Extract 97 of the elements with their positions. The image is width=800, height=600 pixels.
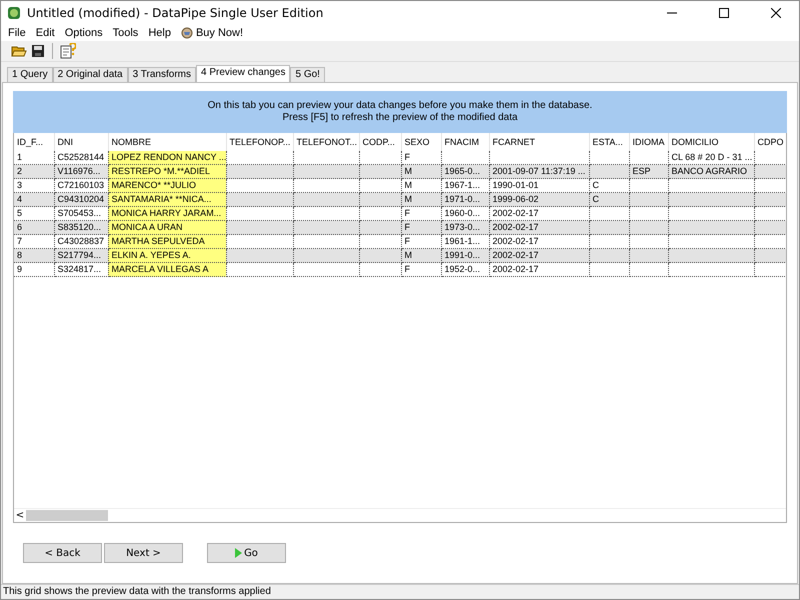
table-cell: 1: [17, 152, 22, 162]
tab[interactable]: 1 Query: [7, 67, 53, 82]
menu-item[interactable]: Edit: [30, 27, 60, 39]
horizontal-scrollbar[interactable]: <: [14, 508, 786, 522]
table-cell: M: [404, 250, 412, 260]
column-header[interactable]: TELEFONOT...: [293, 133, 359, 151]
tab[interactable]: 3 Transforms: [128, 67, 196, 82]
table-cell: F: [404, 264, 410, 274]
table-cell: 1965-0...: [444, 166, 480, 176]
column-header[interactable]: ESTA...: [589, 133, 629, 151]
table-cell: 4: [17, 194, 22, 204]
table-cell: 1952-0...: [444, 264, 480, 274]
table-cell: 8: [17, 250, 22, 260]
column-header[interactable]: CODP...: [359, 133, 401, 151]
column-header[interactable]: ID_F...: [14, 133, 54, 151]
table-cell: 1961-1...: [444, 236, 480, 246]
table-cell: 2001-09-07 11:37:19 ...: [492, 166, 586, 176]
menu-item[interactable]: Options: [60, 27, 108, 39]
table-cell: MONICA HARRY JARAM...: [112, 208, 222, 218]
info-text: Press [F5] to refresh the preview of the modified data: [282, 112, 518, 124]
table-cell: F: [404, 152, 410, 162]
save-icon[interactable]: [31, 44, 45, 58]
table-cell: MARTHA SEPULVEDA: [112, 236, 205, 246]
column-header[interactable]: TELEFONOP...: [226, 133, 293, 151]
column-header[interactable]: DOMICILIO: [668, 133, 754, 151]
table-cell: 7: [17, 236, 22, 246]
menu-item[interactable]: Help: [143, 27, 176, 39]
table-cell: F: [404, 222, 410, 232]
table-cell: 1990-01-01: [492, 180, 539, 190]
table-cell: SANTAMARIA* **NICA...: [112, 194, 212, 204]
table-cell: BANCO AGRARIO: [672, 166, 748, 176]
table-cell: 6: [17, 222, 22, 232]
table-cell: F: [404, 236, 410, 246]
table-cell: 9: [17, 264, 22, 274]
table-cell: CL 68 # 20 D - 31 ...: [672, 152, 752, 162]
column-header[interactable]: CDPO: [754, 133, 786, 151]
table-cell: RESTREPO *M.**ADIEL: [112, 166, 210, 176]
table-cell: 1999-06-02: [492, 194, 539, 204]
table-cell: 2002-02-17: [492, 208, 539, 218]
open-folder-icon[interactable]: [11, 44, 27, 58]
table-cell: M: [404, 166, 412, 176]
column-header[interactable]: FCARNET: [489, 133, 589, 151]
table-cell: S835120...: [58, 222, 102, 232]
status-bar: This grid shows the preview data with the transforms applied: [1, 584, 799, 599]
table-cell: MARENCO* **JULIO: [112, 180, 196, 190]
table-cell: ESP: [632, 166, 651, 176]
table-cell: 3: [17, 180, 22, 190]
table-cell: C52528144: [58, 152, 104, 162]
column-header[interactable]: SEXO: [401, 133, 441, 151]
table-cell: M: [404, 194, 412, 204]
scrollbar-thumb[interactable]: [26, 510, 108, 521]
play-icon: [235, 548, 242, 558]
scroll-left-arrow[interactable]: <: [14, 510, 26, 521]
column-header[interactable]: IDIOMA: [629, 133, 668, 151]
info-text: On this tab you can preview your data changes before you make them in the database.: [208, 100, 592, 112]
next-button[interactable]: Next >: [104, 543, 183, 563]
table-cell: ELKIN A. YEPES A.: [112, 250, 191, 260]
table-cell: LOPEZ RENDON NANCY ...: [112, 152, 226, 162]
tab[interactable]: 5 Go!: [290, 67, 325, 82]
table-cell: 1960-0...: [444, 208, 480, 218]
go-button[interactable]: Go: [207, 543, 286, 563]
table-cell: 2002-02-17: [492, 236, 539, 246]
table-cell: F: [404, 208, 410, 218]
table-cell: 1991-0...: [444, 250, 480, 260]
table-cell: S705453...: [58, 208, 102, 218]
table-cell: MARCELA VILLEGAS A: [112, 264, 209, 274]
table-cell: C: [592, 180, 599, 190]
table-cell: 2: [17, 166, 22, 176]
column-header[interactable]: FNACIM: [441, 133, 489, 151]
table-cell: 1973-0...: [444, 222, 480, 232]
table-cell: 2002-02-17: [492, 222, 539, 232]
app-icon: [7, 6, 21, 20]
table-cell: 2002-02-17: [492, 264, 539, 274]
table-cell: C72160103: [58, 180, 104, 190]
maximize-icon[interactable]: [719, 8, 729, 18]
table-cell: C43028837: [58, 236, 104, 246]
table-cell: 1971-0...: [444, 194, 480, 204]
table-cell: M: [404, 180, 412, 190]
table-cell: S217794...: [58, 250, 102, 260]
tab[interactable]: 4 Preview changes: [196, 65, 290, 82]
table-cell: 1967-1...: [444, 180, 480, 190]
table-cell: 2002-02-17: [492, 250, 539, 260]
table-cell: S324817...: [58, 264, 102, 274]
table-cell: 5: [17, 208, 22, 218]
table-cell: MONICA A URAN: [112, 222, 183, 232]
close-icon[interactable]: [771, 8, 781, 18]
table-cell: V116976...: [58, 166, 100, 176]
menu-item[interactable]: Tools: [108, 27, 144, 39]
menu-item[interactable]: Buy Now!: [176, 27, 248, 39]
help-document-icon[interactable]: [60, 43, 76, 59]
column-header[interactable]: DNI: [54, 133, 108, 151]
table-cell: C94310204: [58, 194, 104, 204]
tab[interactable]: 2 Original data: [52, 67, 128, 82]
window-title: Untitled (modified) - DataPipe Single User Edition: [27, 6, 324, 20]
table-cell: C: [592, 194, 599, 204]
back-button[interactable]: < Back: [23, 543, 102, 563]
menu-item[interactable]: File: [3, 27, 31, 39]
